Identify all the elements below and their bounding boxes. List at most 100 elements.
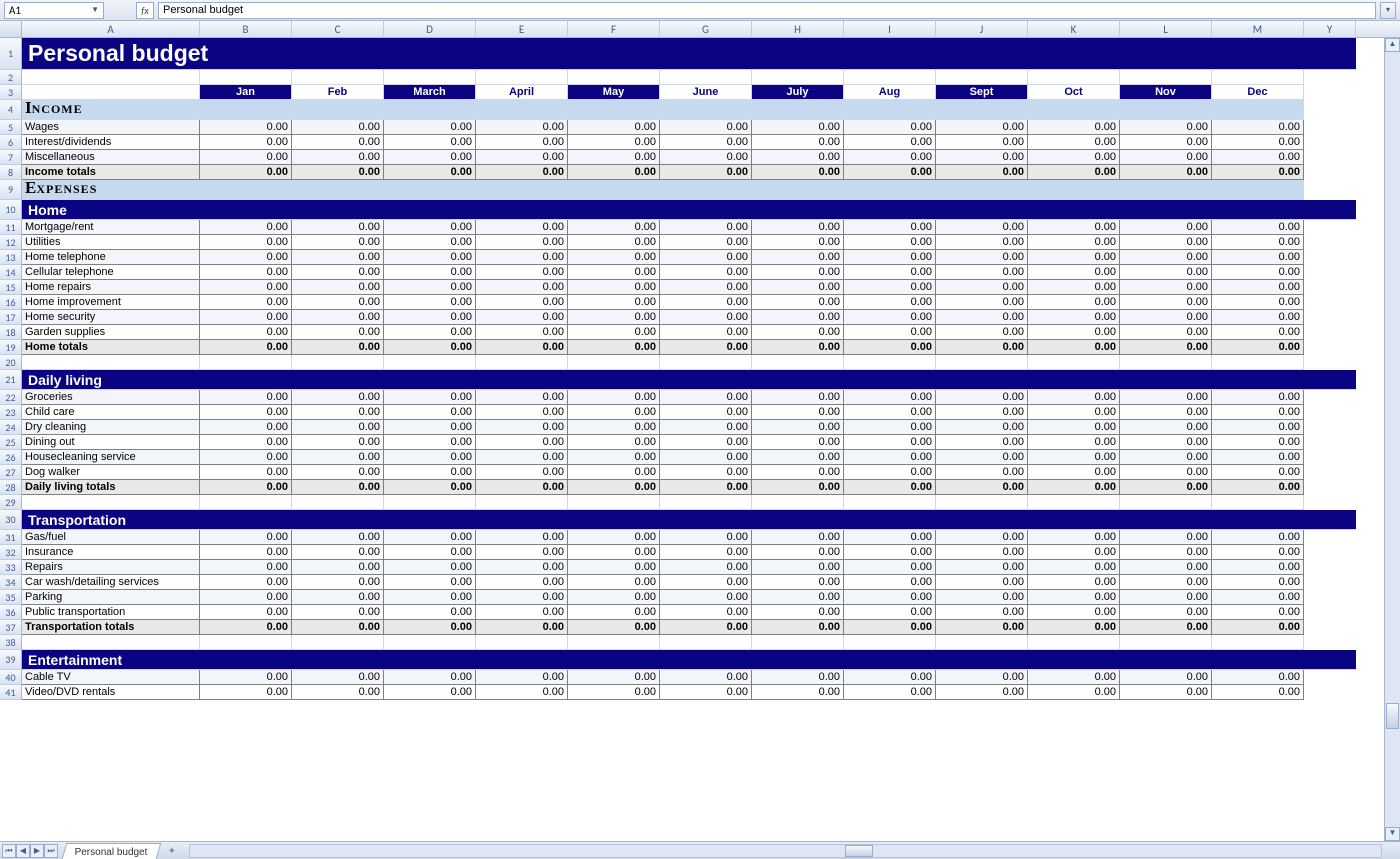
fx-button[interactable]: fx	[136, 2, 154, 19]
row-header[interactable]: 25	[0, 435, 22, 450]
cell[interactable]: 0.00	[1028, 685, 1120, 700]
cell[interactable]	[292, 495, 384, 510]
cell[interactable]: 0.00	[1212, 265, 1304, 280]
cell[interactable]: 0.00	[936, 405, 1028, 420]
cell[interactable]: 0.00	[1120, 420, 1212, 435]
cell[interactable]: 0.00	[200, 250, 292, 265]
cell[interactable]: 0.00	[1028, 310, 1120, 325]
cell[interactable]: 0.00	[844, 545, 936, 560]
cell[interactable]: 0.00	[844, 480, 936, 495]
cell[interactable]: 0.00	[292, 670, 384, 685]
cell[interactable]: 0.00	[384, 280, 476, 295]
cell[interactable]	[752, 635, 844, 650]
cell[interactable]	[1120, 355, 1212, 370]
cell[interactable]: 0.00	[844, 435, 936, 450]
cell[interactable]	[660, 100, 752, 120]
cell[interactable]: 0.00	[384, 405, 476, 420]
cell[interactable]: 0.00	[752, 450, 844, 465]
cell[interactable]: 0.00	[200, 220, 292, 235]
cell[interactable]: 0.00	[1120, 120, 1212, 135]
cell[interactable]: 0.00	[1212, 620, 1304, 635]
cell[interactable]: 0.00	[200, 310, 292, 325]
cell[interactable]: 0.00	[1120, 605, 1212, 620]
column-header[interactable]: C	[292, 21, 384, 37]
cell[interactable]: 0.00	[568, 405, 660, 420]
cell[interactable]: 0.00	[752, 545, 844, 560]
column-header[interactable]: A	[22, 21, 200, 37]
cell[interactable]: 0.00	[660, 605, 752, 620]
cell[interactable]	[200, 70, 292, 85]
row-header[interactable]: 40	[0, 670, 22, 685]
row-header[interactable]: 30	[0, 510, 22, 530]
cell[interactable]: 0.00	[292, 685, 384, 700]
row-header[interactable]: 18	[0, 325, 22, 340]
cell[interactable]: 0.00	[752, 135, 844, 150]
cell[interactable]: 0.00	[936, 545, 1028, 560]
total-label[interactable]: Daily living totals	[22, 480, 200, 495]
cell[interactable]: 0.00	[568, 235, 660, 250]
cell[interactable]: 0.00	[200, 575, 292, 590]
cell[interactable]: 0.00	[936, 480, 1028, 495]
cell[interactable]: 0.00	[1028, 340, 1120, 355]
cell[interactable]: 0.00	[1120, 465, 1212, 480]
cell[interactable]	[384, 180, 476, 200]
cell[interactable]	[660, 495, 752, 510]
cell[interactable]: 0.00	[384, 465, 476, 480]
cell[interactable]: 0.00	[200, 435, 292, 450]
cell[interactable]: 0.00	[1028, 220, 1120, 235]
cell[interactable]: 0.00	[384, 670, 476, 685]
cell[interactable]: 0.00	[384, 120, 476, 135]
cell[interactable]	[936, 495, 1028, 510]
row-label[interactable]: Home security	[22, 310, 200, 325]
cell[interactable]: 0.00	[292, 530, 384, 545]
cell[interactable]: 0.00	[752, 280, 844, 295]
cell[interactable]: 0.00	[844, 265, 936, 280]
cell[interactable]: 0.00	[200, 530, 292, 545]
cell[interactable]: 0.00	[476, 280, 568, 295]
cell[interactable]: 0.00	[936, 620, 1028, 635]
cell[interactable]: 0.00	[1212, 340, 1304, 355]
cell[interactable]	[936, 355, 1028, 370]
cell[interactable]: 0.00	[844, 280, 936, 295]
row-label[interactable]: Home improvement	[22, 295, 200, 310]
cell[interactable]	[292, 70, 384, 85]
cell[interactable]: 0.00	[1212, 405, 1304, 420]
cell[interactable]: 0.00	[844, 590, 936, 605]
section-header[interactable]: EXPENSES	[22, 180, 200, 200]
row-header[interactable]: 10	[0, 200, 22, 220]
chevron-down-icon[interactable]: ▼	[91, 5, 99, 15]
cell[interactable]: 0.00	[568, 560, 660, 575]
column-header[interactable]: I	[844, 21, 936, 37]
row-header[interactable]: 11	[0, 220, 22, 235]
cell[interactable]: 0.00	[752, 310, 844, 325]
category-header[interactable]: Entertainment	[22, 650, 1356, 670]
category-header[interactable]: Transportation	[22, 510, 1356, 530]
cell[interactable]: 0.00	[200, 450, 292, 465]
cell[interactable]: 0.00	[292, 310, 384, 325]
cell[interactable]: 0.00	[844, 465, 936, 480]
column-header[interactable]: F	[568, 21, 660, 37]
cell[interactable]: 0.00	[1212, 450, 1304, 465]
row-header[interactable]: 35	[0, 590, 22, 605]
cell[interactable]: 0.00	[476, 390, 568, 405]
total-label[interactable]: Home totals	[22, 340, 200, 355]
scroll-up-icon[interactable]: ▲	[1385, 38, 1400, 52]
cell[interactable]: 0.00	[1120, 480, 1212, 495]
cell[interactable]	[936, 180, 1028, 200]
cell[interactable]: 0.00	[660, 560, 752, 575]
cell[interactable]	[476, 100, 568, 120]
cell[interactable]: 0.00	[384, 340, 476, 355]
cell[interactable]: 0.00	[752, 465, 844, 480]
cell[interactable]: 0.00	[844, 295, 936, 310]
cell[interactable]: 0.00	[384, 325, 476, 340]
row-header[interactable]: 8	[0, 165, 22, 180]
category-header[interactable]: Daily living	[22, 370, 1356, 390]
cell[interactable]: 0.00	[1120, 575, 1212, 590]
cell[interactable]: 0.00	[844, 670, 936, 685]
cell[interactable]: 0.00	[936, 265, 1028, 280]
row-header[interactable]: 20	[0, 355, 22, 370]
cell[interactable]: 0.00	[568, 420, 660, 435]
cell[interactable]: 0.00	[568, 220, 660, 235]
row-header[interactable]: 14	[0, 265, 22, 280]
cell[interactable]: 0.00	[384, 605, 476, 620]
